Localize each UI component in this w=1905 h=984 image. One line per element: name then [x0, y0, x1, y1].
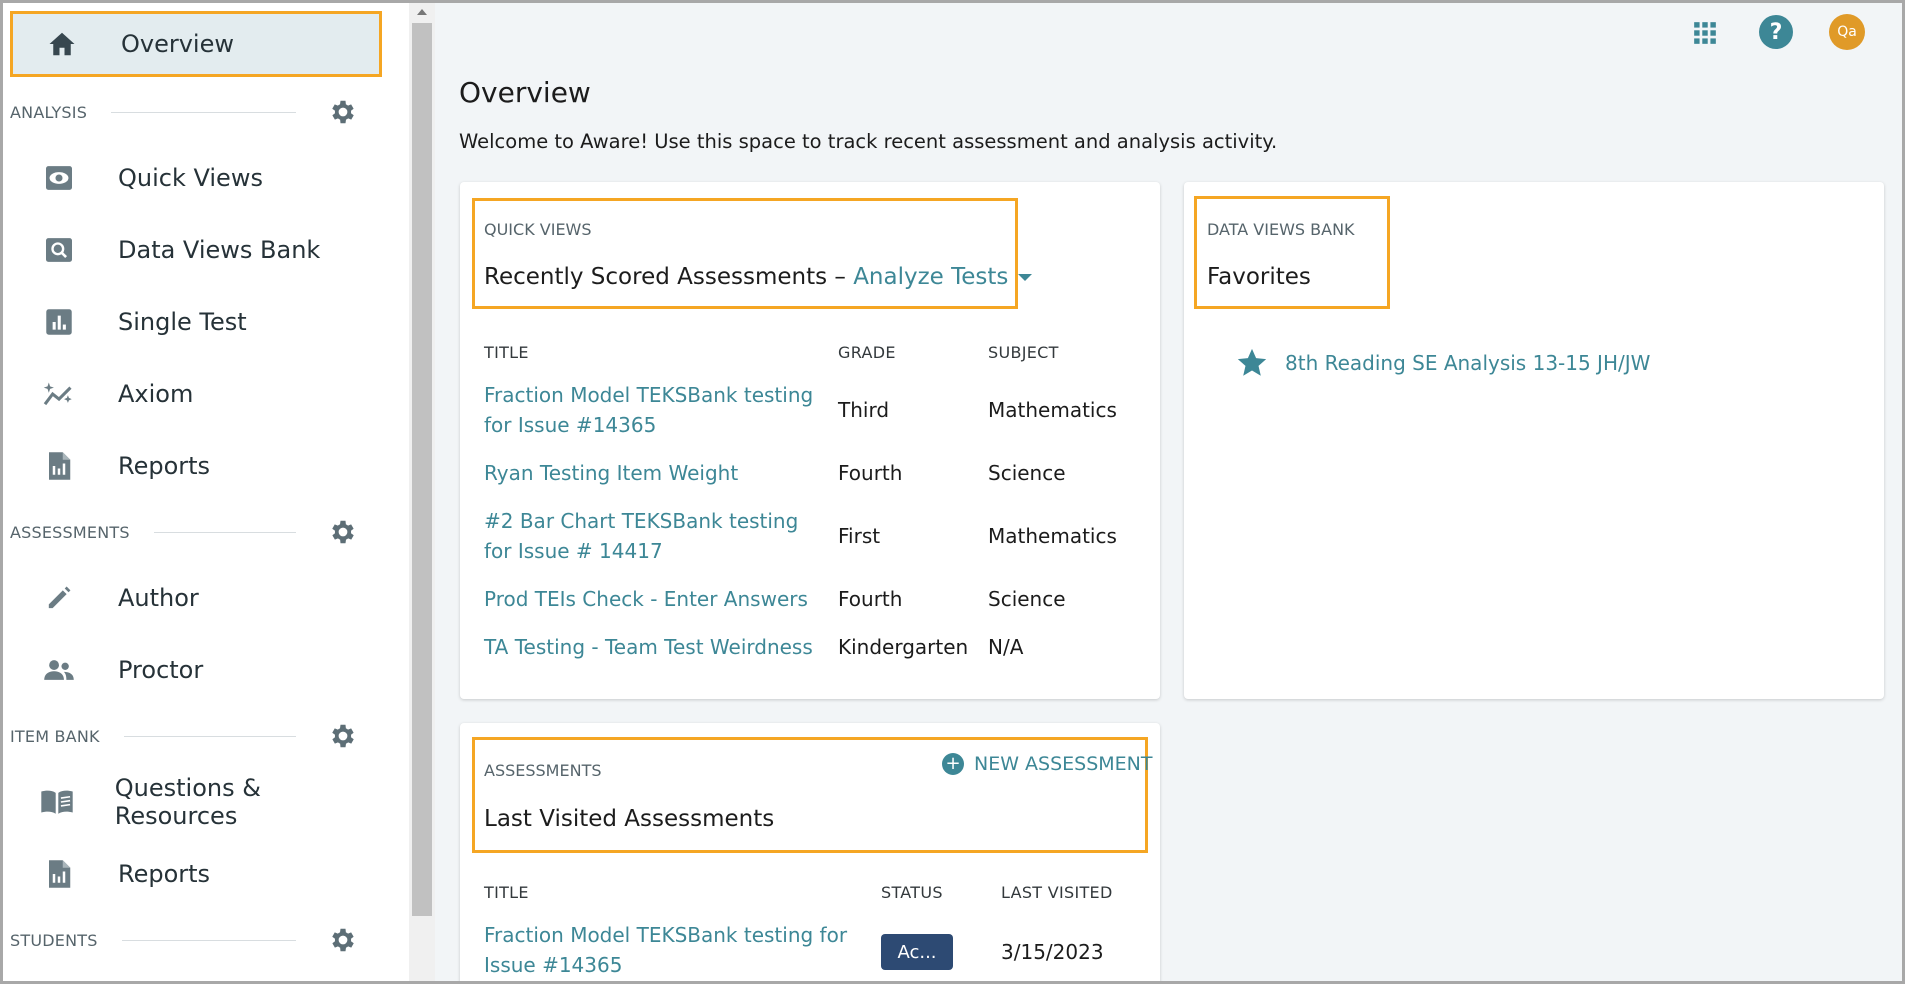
sidebar-item-data-views-bank[interactable]: Data Views Bank: [10, 217, 382, 283]
column-header-title: TITLE: [484, 343, 529, 362]
help-icon[interactable]: ?: [1759, 15, 1793, 49]
gear-icon[interactable]: [326, 923, 360, 957]
assessment-title-link[interactable]: Ryan Testing Item Weight: [484, 458, 824, 488]
subject-cell: Science: [988, 461, 1066, 485]
sidebar-item-label: Author: [118, 584, 199, 612]
column-header-status: STATUS: [881, 883, 943, 902]
page-title: Overview: [459, 76, 591, 109]
report-icon: [10, 451, 108, 481]
sidebar-item-label: Overview: [121, 30, 234, 58]
analyze-tests-dropdown[interactable]: Analyze Tests: [853, 264, 1033, 290]
book-icon: [10, 788, 105, 816]
star-icon[interactable]: [1235, 346, 1269, 380]
section-title: ASSESSMENTS: [10, 522, 130, 542]
sidebar-item-proctor[interactable]: Proctor: [10, 637, 382, 703]
data-views-bank-header-highlight: [1194, 196, 1390, 309]
card-tag: QUICK VIEWS: [484, 220, 592, 239]
new-assessment-label: NEW ASSESSMENT: [974, 753, 1153, 775]
section-analysis: ANALYSIS: [10, 92, 382, 132]
sidebar-item-item-bank-reports[interactable]: Reports: [10, 841, 382, 907]
sidebar-item-quick-views[interactable]: Quick Views: [10, 145, 382, 211]
scroll-thumb[interactable]: [412, 23, 432, 916]
grade-cell: Third: [838, 398, 890, 422]
eye-icon: [10, 165, 108, 191]
assessment-title-link[interactable]: TA Testing - Team Test Weirdness: [484, 632, 824, 662]
divider: [111, 111, 296, 113]
subject-cell: Mathematics: [988, 398, 1117, 422]
sidebar-item-label: Proctor: [118, 656, 204, 684]
gear-icon[interactable]: [326, 719, 360, 753]
sidebar-scrollbar[interactable]: [409, 3, 435, 981]
grade-cell: Fourth: [838, 587, 903, 611]
sidebar-item-questions-resources[interactable]: Questions & Resources: [10, 769, 382, 835]
plus-circle-icon: +: [942, 753, 964, 775]
sidebar: Overview ANALYSIS Quick Views Data Views…: [3, 3, 409, 981]
sidebar-item-overview[interactable]: Overview: [10, 11, 382, 77]
sidebar-item-reports[interactable]: Reports: [10, 433, 382, 499]
sidebar-item-label: Reports: [118, 860, 211, 888]
avatar[interactable]: Qa: [1829, 14, 1865, 50]
card-heading: Last Visited Assessments: [484, 806, 775, 832]
sidebar-item-label: Axiom: [118, 380, 194, 408]
last-visited-cell: 3/15/2023: [1001, 940, 1104, 964]
sidebar-item-label: Reports: [118, 452, 211, 480]
search-icon: [10, 237, 108, 263]
favorite-link[interactable]: 8th Reading SE Analysis 13-15 JH/JW: [1285, 348, 1650, 378]
card-tag: DATA VIEWS BANK: [1207, 220, 1355, 239]
section-assessments: ASSESSMENTS: [10, 512, 382, 552]
section-title: STUDENTS: [10, 930, 98, 950]
dropdown-label: Analyze Tests: [853, 264, 1009, 290]
subject-cell: Mathematics: [988, 524, 1117, 548]
section-title: ANALYSIS: [10, 102, 88, 122]
sidebar-item-label: Data Views Bank: [118, 236, 321, 264]
bar-chart-icon: [10, 308, 108, 336]
assessment-title-link[interactable]: Prod TEIs Check - Enter Answers: [484, 584, 824, 614]
divider: [121, 939, 296, 941]
people-icon: [10, 657, 108, 683]
data-views-bank-card: DATA VIEWS BANK Favorites 8th Reading SE…: [1184, 182, 1884, 699]
assessments-card: ASSESSMENTS + NEW ASSESSMENT Last Visite…: [460, 723, 1160, 984]
sidebar-item-author[interactable]: Author: [10, 565, 382, 631]
section-students: STUDENTS: [10, 920, 382, 960]
card-heading: Favorites: [1207, 264, 1311, 290]
home-icon: [13, 30, 111, 58]
sparkle-trend-icon: [10, 380, 108, 408]
gear-icon[interactable]: [326, 515, 360, 549]
caret-down-icon: [1018, 274, 1033, 281]
divider: [153, 531, 296, 533]
column-header-title: TITLE: [484, 883, 529, 902]
column-header-subject: SUBJECT: [988, 343, 1059, 362]
sidebar-item-label: Single Test: [118, 308, 247, 336]
status-badge: Ac...: [881, 934, 953, 970]
section-item-bank: ITEM BANK: [10, 716, 382, 756]
subject-cell: Science: [988, 587, 1066, 611]
assessment-title-link[interactable]: Fraction Model TEKSBank testing for Issu…: [484, 920, 864, 980]
assessment-title-link[interactable]: #2 Bar Chart TEKSBank testing for Issue …: [484, 506, 824, 566]
report-icon: [10, 859, 108, 889]
divider: [123, 735, 296, 737]
card-heading-text: Recently Scored Assessments –: [484, 264, 846, 290]
sidebar-item-label: Questions & Resources: [114, 774, 261, 830]
assessment-title-link[interactable]: Fraction Model TEKSBank testing for Issu…: [484, 380, 824, 440]
grade-cell: Kindergarten: [838, 635, 969, 659]
quick-views-header-highlight: [472, 198, 1018, 309]
gear-icon[interactable]: [326, 95, 360, 129]
sidebar-item-axiom[interactable]: Axiom: [10, 361, 382, 427]
column-header-last-visited: LAST VISITED: [1001, 883, 1113, 902]
scroll-up-arrow-icon[interactable]: [417, 9, 427, 15]
sidebar-item-label: Quick Views: [118, 164, 263, 192]
card-tag: ASSESSMENTS: [484, 761, 602, 780]
welcome-text: Welcome to Aware! Use this space to trac…: [459, 130, 1278, 153]
section-title: ITEM BANK: [10, 726, 100, 746]
grade-cell: Fourth: [838, 461, 903, 485]
grade-cell: First: [838, 524, 881, 548]
quick-views-card: QUICK VIEWS Recently Scored Assessments …: [460, 182, 1160, 699]
column-header-grade: GRADE: [838, 343, 896, 362]
subject-cell: N/A: [988, 635, 1024, 659]
card-heading: Recently Scored Assessments – Analyze Te…: [484, 264, 1033, 290]
apps-grid-icon[interactable]: [1690, 18, 1720, 48]
new-assessment-button[interactable]: + NEW ASSESSMENT: [942, 753, 1153, 775]
pencil-icon: [10, 584, 108, 612]
sidebar-item-single-test[interactable]: Single Test: [10, 289, 382, 355]
